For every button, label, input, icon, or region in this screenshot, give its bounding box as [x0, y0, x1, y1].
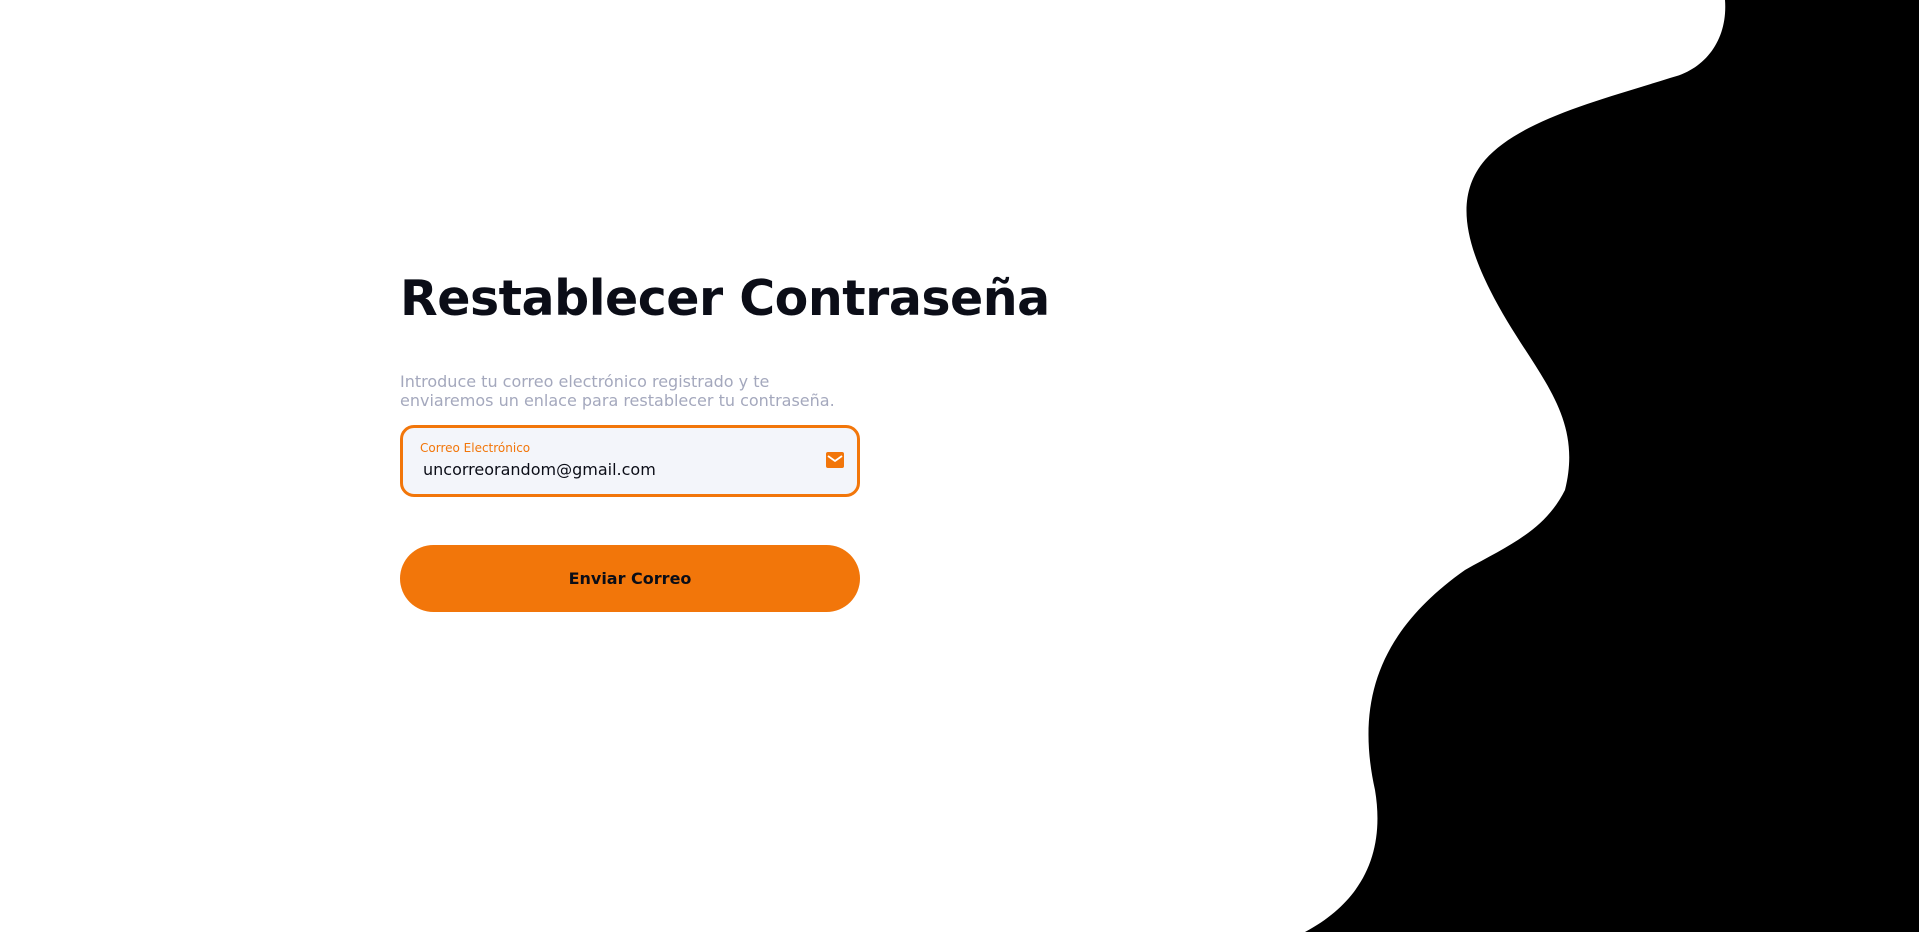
email-field[interactable]: Correo Electrónico	[400, 425, 860, 497]
email-field-label: Correo Electrónico	[420, 441, 531, 455]
send-email-button[interactable]: Enviar Correo	[400, 545, 860, 612]
email-input[interactable]	[423, 459, 803, 481]
mail-icon	[826, 452, 844, 468]
page-title: Restablecer Contraseña	[400, 270, 1050, 327]
reset-password-page: Restablecer Contraseña Introduce tu corr…	[0, 0, 1919, 932]
reset-password-form-section: Restablecer Contraseña Introduce tu corr…	[400, 268, 1050, 612]
page-description: Introduce tu correo electrónico registra…	[400, 372, 835, 410]
